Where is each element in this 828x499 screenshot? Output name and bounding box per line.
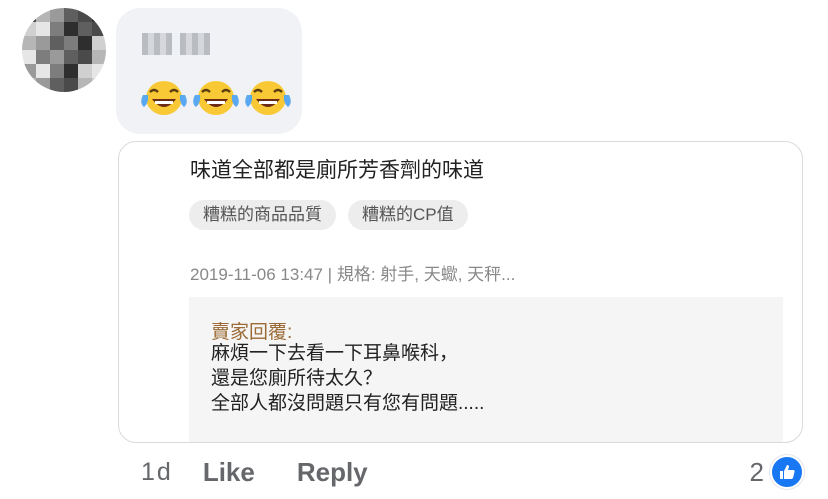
review-text: 味道全部都是廁所芳香劑的味道 xyxy=(190,159,484,182)
seller-reply-text: 麻煩一下去看一下耳鼻喉科， 還是您廁所待太久？ 全部人都沒問題只有您有問題...… xyxy=(211,341,484,416)
reaction-count: 2 xyxy=(749,456,764,487)
seller-reply-line: 全部人都沒問題只有您有問題..... xyxy=(211,393,485,414)
seller-reply-line: 麻煩一下去看一下耳鼻喉科， xyxy=(211,343,459,364)
review-tags: 糟糕的商品品質 糟糕的CP值 xyxy=(189,200,468,230)
like-button[interactable]: Like xyxy=(203,457,255,488)
review-tag: 糟糕的CP值 xyxy=(348,200,468,230)
like-thumb-icon xyxy=(770,455,804,489)
emoji-row xyxy=(140,77,292,117)
reply-button[interactable]: Reply xyxy=(297,457,368,488)
blurred-author-name[interactable] xyxy=(142,33,210,55)
seller-reply-line: 還是您廁所待太久？ xyxy=(211,368,383,389)
comment-actions: 1d Like Reply xyxy=(141,455,368,489)
laughing-emoji-icon xyxy=(141,81,187,115)
comment-bubble xyxy=(116,8,302,134)
review-meta: 2019-11-06 13:47 | 規格: 射手, 天蠍, 天秤... xyxy=(190,265,516,284)
seller-reply-box: 賣家回覆: 麻煩一下去看一下耳鼻喉科， 還是您廁所待太久？ 全部人都沒問題只有您… xyxy=(189,297,783,442)
shared-review-card[interactable]: 味道全部都是廁所芳香劑的味道 糟糕的商品品質 糟糕的CP值 2019-11-06… xyxy=(118,141,803,443)
laughing-emoji-icon xyxy=(245,81,291,115)
reaction-summary[interactable]: 2 xyxy=(750,455,804,489)
laughing-emoji-icon xyxy=(193,81,239,115)
seller-reply-title: 賣家回覆: xyxy=(211,322,293,343)
review-tag: 糟糕的商品品質 xyxy=(189,200,336,230)
comment-timestamp[interactable]: 1d xyxy=(141,458,173,487)
avatar[interactable] xyxy=(22,8,106,92)
